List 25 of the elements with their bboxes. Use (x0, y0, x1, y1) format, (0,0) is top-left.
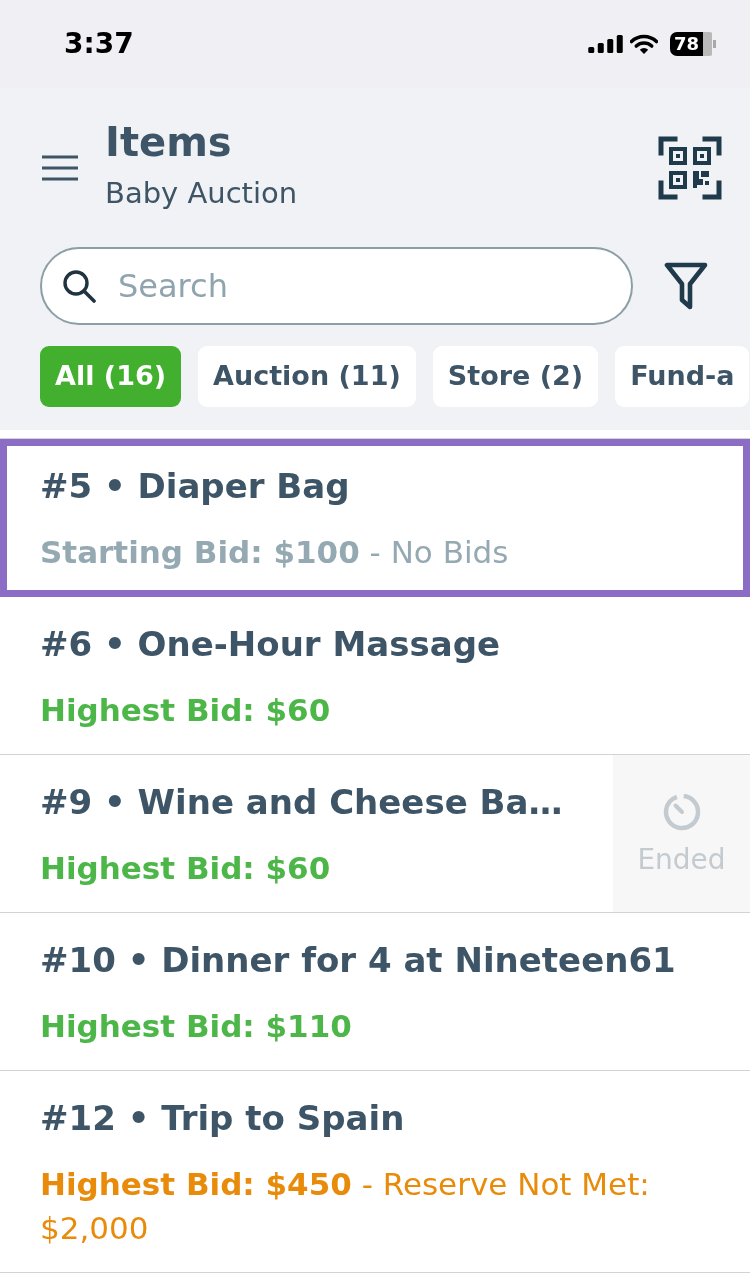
menu-icon[interactable] (42, 155, 78, 181)
bid-status: Highest Bid: $60 (40, 691, 332, 730)
status-time: 3:37 (64, 27, 134, 61)
signal-icon (587, 35, 623, 53)
page-title: Items (105, 118, 233, 167)
filter-chip[interactable]: Fund-a (615, 346, 750, 407)
bid-status: Highest Bid: $450 - Reserve Not Met: $2,000 (40, 1165, 651, 1248)
item-title: #5 • Diaper Bag (40, 465, 351, 508)
qr-code-icon[interactable] (658, 136, 722, 200)
item-title: #10 • Dinner for 4 at Nineteen61 (40, 939, 677, 982)
filter-icon[interactable] (664, 262, 708, 310)
bid-status: Highest Bid: $110 (40, 1007, 353, 1046)
search-field[interactable]: Search (40, 247, 633, 325)
bid-status: Highest Bid: $60 (40, 849, 332, 888)
item-title: #9 • Wine and Cheese Ba… (40, 781, 564, 824)
item-row[interactable]: #5 • Diaper Bag Starting Bid: $100 - No Bids (0, 439, 750, 597)
item-title: #12 • Trip to Spain (40, 1097, 406, 1140)
filter-chip[interactable]: Auction (11) (198, 346, 416, 407)
filter-chip[interactable]: Store (2) (432, 346, 599, 407)
battery-indicator: 78 (669, 32, 716, 56)
search-icon (62, 269, 96, 303)
wifi-icon (629, 34, 658, 54)
page-subtitle: Baby Auction (105, 175, 298, 212)
item-title: #6 • One-Hour Massage (40, 623, 502, 666)
bid-status: Starting Bid: $100 - No Bids (40, 533, 510, 572)
